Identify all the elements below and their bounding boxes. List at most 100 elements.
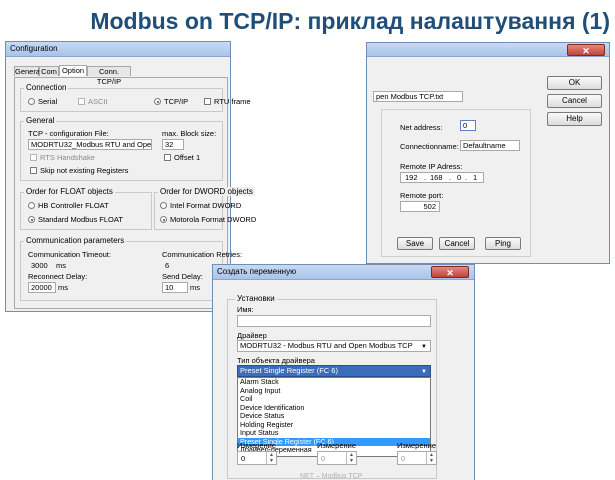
offset-checkbox[interactable]: [164, 154, 171, 161]
offset-label: Offset 1: [174, 153, 201, 162]
name-input[interactable]: [237, 315, 431, 327]
ip-dot: .: [465, 173, 468, 182]
ascii-checkbox[interactable]: [78, 98, 85, 105]
stepper-arrows-icon[interactable]: ▲ ▼: [266, 452, 276, 464]
driver-label: Драйвер: [237, 331, 267, 340]
object-type-select-value: Preset Single Register (FC 6): [240, 366, 338, 375]
ip-dot: .: [424, 173, 427, 182]
cancel-button-2[interactable]: Cancel: [439, 237, 475, 250]
tab-conn-tcpip[interactable]: Conn. TCP/IP: [87, 66, 131, 86]
create-variable-title: Создать переменную: [217, 267, 297, 276]
dropdown-option[interactable]: Analog Input: [238, 386, 430, 396]
general-group-label: General: [24, 116, 57, 125]
file-path-field[interactable]: pen Modbus TCP.txt: [373, 91, 463, 102]
tcpip-label: TCP/IP: [164, 97, 189, 106]
tcp-file-input[interactable]: MODRTU32_Modbus RTU and Open Moc: [28, 139, 152, 150]
tab-com[interactable]: Com: [39, 66, 59, 76]
reconnect-input[interactable]: 20000: [28, 282, 56, 293]
stepper-arrows-icon[interactable]: ▲ ▼: [346, 452, 356, 464]
dimension-1-stepper[interactable]: 0 ▲ ▼: [237, 451, 277, 465]
serial-label: Serial: [38, 97, 58, 106]
skip-registers-checkbox[interactable]: [30, 167, 37, 174]
settings-group-label: Установки: [235, 294, 277, 303]
ascii-label: ASCII: [88, 97, 108, 106]
dimension-3-value: 0: [401, 454, 406, 463]
config-tabs: General Com Option Conn. TCP/IP: [14, 65, 228, 86]
remote-port-input[interactable]: 502: [400, 201, 440, 212]
retries-input[interactable]: 6: [162, 260, 184, 271]
rts-handshake-checkbox[interactable]: [30, 154, 37, 161]
ok-button[interactable]: OK: [547, 76, 602, 90]
close-icon[interactable]: ✕: [431, 266, 469, 278]
tab-option[interactable]: Option: [59, 65, 87, 76]
intel-dword-radio[interactable]: [160, 202, 167, 209]
block-size-label: max. Block size:: [162, 129, 217, 138]
timeout-input[interactable]: 3000: [28, 260, 54, 271]
ip-octet-1: 192: [405, 173, 418, 182]
ip-octet-3: 0: [457, 173, 462, 182]
ip-dot: .: [449, 173, 452, 182]
remote-ip-label: Remote IP Adress:: [400, 162, 463, 171]
chevron-down-icon: ▼: [421, 344, 427, 350]
dimension-2-value: 0: [321, 454, 326, 463]
net-address-input[interactable]: 0: [460, 120, 476, 131]
help-button[interactable]: Help: [547, 112, 602, 126]
rtu-frame-checkbox[interactable]: [204, 98, 211, 105]
cancel-button[interactable]: Cancel: [547, 94, 602, 108]
tcp-inner-panel: Net address: 0 Connectionname: Defaultna…: [381, 109, 531, 257]
dimension-2-stepper[interactable]: 0 ▲ ▼: [317, 451, 357, 465]
timeout-unit: ms: [56, 261, 66, 270]
reconnect-label: Reconnect Delay:: [28, 272, 88, 281]
ip-octet-2: 168: [430, 173, 443, 182]
remote-port-label: Remote port:: [400, 191, 444, 200]
connectionname-label: Connectionname:: [400, 142, 459, 151]
driver-select[interactable]: MODRTU32 - Modbus RTU and Open Modbus TC…: [237, 340, 431, 352]
tab-general[interactable]: General: [14, 66, 42, 76]
hb-float-label: HB Controller FLOAT: [38, 201, 109, 210]
configuration-title: Configuration: [10, 44, 58, 53]
rtu-frame-label: RTU frame: [214, 97, 251, 106]
send-delay-input[interactable]: 10: [162, 282, 188, 293]
comm-params-label: Communication parameters: [24, 236, 127, 245]
retries-label: Communication Retries:: [162, 250, 243, 259]
tcp-file-label: TCP - configuration File:: [28, 129, 109, 138]
configuration-titlebar: Configuration: [6, 42, 230, 57]
motorola-dword-radio[interactable]: [160, 216, 167, 223]
tcp-settings-window: ✕ pen Modbus TCP.txt OK Cancel Help Net …: [366, 42, 610, 264]
timeout-label: Communication Timeout:: [28, 250, 111, 259]
hb-float-radio[interactable]: [28, 202, 35, 209]
driver-select-value: MODRTU32 - Modbus RTU and Open Modbus TC…: [240, 341, 413, 350]
create-variable-window: Создать переменную ✕ Установки Имя: Драй…: [212, 264, 475, 480]
name-label: Имя:: [237, 305, 254, 314]
dimension-3-stepper[interactable]: 0 ▲ ▼: [397, 451, 437, 465]
save-button[interactable]: Save: [397, 237, 433, 250]
standard-float-radio[interactable]: [28, 216, 35, 223]
remote-ip-input[interactable]: 192 . 168 . 0 . 1: [400, 172, 484, 183]
dimension-3-label: Измерение: [397, 441, 437, 450]
dword-group-label: Order for DWORD objects: [158, 187, 255, 196]
object-type-label: Тип объекта драйвера: [237, 356, 315, 365]
ip-octet-4: 1: [473, 173, 478, 182]
reconnect-unit: ms: [58, 283, 68, 292]
configuration-window: Configuration General Com Option Conn. T…: [5, 41, 256, 312]
dimension-1-label: Измерение: [237, 441, 277, 450]
close-icon[interactable]: ✕: [567, 44, 605, 56]
serial-radio[interactable]: [28, 98, 35, 105]
connectionname-input[interactable]: Defaultname: [460, 140, 520, 151]
ping-button[interactable]: Ping: [485, 237, 521, 250]
stepper-arrows-icon[interactable]: ▲ ▼: [426, 452, 436, 464]
object-type-select[interactable]: Preset Single Register (FC 6) ▼: [237, 365, 431, 377]
skip-registers-label: Skip not existing Registers: [40, 166, 129, 175]
rts-handshake-label: RTS Handshake: [40, 153, 95, 162]
send-delay-unit: ms: [190, 283, 200, 292]
float-group-label: Order for FLOAT objects: [24, 187, 115, 196]
dword-group: [154, 192, 223, 230]
block-size-input[interactable]: 32: [162, 139, 184, 150]
chevron-down-icon: ▼: [421, 369, 427, 375]
connection-group-label: Connection: [24, 83, 69, 92]
tcp-window-titlebar: ✕: [367, 43, 609, 57]
tcpip-radio[interactable]: [154, 98, 161, 105]
standard-float-label: Standard Modbus FLOAT: [38, 215, 123, 224]
create-variable-titlebar: Создать переменную ✕: [213, 265, 474, 280]
motorola-dword-label: Motorola Format DWORD: [170, 215, 257, 224]
